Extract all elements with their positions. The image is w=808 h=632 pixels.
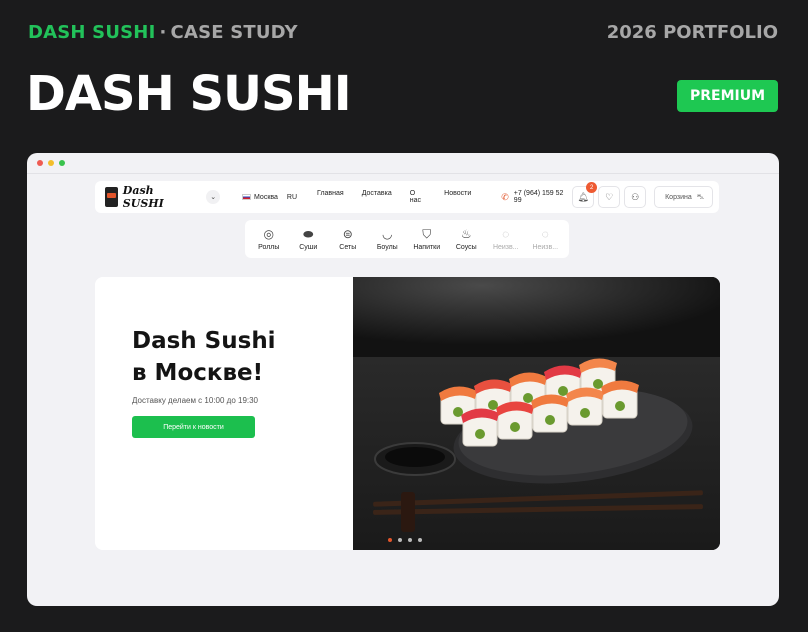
hero-text-panel: Dash Sushi в Москве! Доставку делаем с 1… bbox=[95, 277, 353, 550]
hero-image bbox=[353, 277, 720, 550]
hero-title: Dash Sushi в Москве! bbox=[132, 328, 276, 386]
category-label: Роллы bbox=[258, 244, 280, 251]
cart-label: Корзина bbox=[665, 193, 692, 201]
sushi-photo bbox=[353, 277, 720, 550]
window-controls bbox=[37, 160, 65, 166]
profile-button[interactable]: ⚇ bbox=[624, 186, 647, 208]
sushi-logo-icon bbox=[105, 187, 118, 207]
category-label: Соусы bbox=[455, 244, 477, 251]
slide-dot[interactable] bbox=[418, 538, 422, 542]
logo-text: Dash SUSHI bbox=[122, 184, 164, 210]
category-sauces[interactable]: ♨ Соусы bbox=[448, 227, 484, 251]
header-tagline: DASH SUSHI · CASE STUDY bbox=[28, 22, 298, 43]
category-label: Боулы bbox=[376, 244, 398, 251]
roll-icon: ◎ bbox=[263, 227, 274, 241]
category-sushi[interactable]: ⬬ Суши bbox=[290, 227, 326, 251]
case-study-label: CASE STUDY bbox=[170, 22, 298, 43]
hero-subtitle: Доставку делаем с 10:00 до 19:30 bbox=[132, 396, 259, 405]
hero-banner: Dash Sushi в Москве! Доставку делаем с 1… bbox=[95, 277, 720, 550]
notifications-button[interactable]: 🔔︎ 2 bbox=[572, 182, 598, 208]
nav-item-about[interactable]: О нас bbox=[410, 190, 426, 204]
browser-divider bbox=[27, 173, 779, 174]
portfolio-label: 2026 PORTFOLIO bbox=[606, 22, 778, 43]
category-unknown-1[interactable]: ◌ Неизв... bbox=[488, 227, 524, 251]
drink-icon: ⛉ bbox=[422, 227, 432, 241]
read-news-button[interactable]: Перейти к новости bbox=[132, 416, 255, 438]
tagline-separator: · bbox=[159, 22, 167, 43]
set-icon: ⊜ bbox=[342, 227, 353, 241]
phone-link[interactable]: ✆ +7 (964) 159 52 99 bbox=[501, 190, 572, 204]
chevron-down-icon[interactable]: ⌄ bbox=[206, 190, 221, 204]
slide-dot[interactable] bbox=[398, 538, 402, 542]
category-label: Сеты bbox=[339, 244, 357, 251]
city-selector[interactable]: Москва RU bbox=[242, 194, 297, 201]
category-bar: ◎ Роллы ⬬ Суши ⊜ Сеты ◡ Боулы ⛉ Напитки ♨ Соус… bbox=[245, 220, 569, 258]
russia-flag-icon bbox=[242, 194, 252, 200]
category-label: Суши bbox=[299, 244, 318, 251]
category-rolls[interactable]: ◎ Роллы bbox=[251, 227, 287, 251]
slide-dot[interactable] bbox=[388, 538, 392, 542]
category-label: Напитки bbox=[413, 244, 441, 251]
category-unknown-2[interactable]: ◌ Неизв... bbox=[527, 227, 563, 251]
slide-dot[interactable] bbox=[408, 538, 412, 542]
category-sets[interactable]: ⊜ Сеты bbox=[330, 227, 366, 251]
unknown-icon: ◌ bbox=[502, 227, 510, 241]
slide-indicators bbox=[388, 538, 422, 542]
site-header: Dash SUSHI ⌄ Москва RU Главная Доставка … bbox=[95, 181, 719, 213]
bell-icon: 🔔︎ bbox=[577, 191, 589, 202]
page-title: DASH SUSHI bbox=[26, 66, 352, 122]
heart-icon: ♡ bbox=[605, 191, 614, 202]
category-label: Неизв... bbox=[492, 244, 519, 251]
site-logo[interactable]: Dash SUSHI ⌄ bbox=[105, 184, 221, 210]
main-nav: Главная Доставка О нас Новости bbox=[317, 190, 471, 204]
cart-button[interactable]: Корзина ⛍ bbox=[654, 186, 713, 208]
premium-badge: PREMIUM bbox=[677, 80, 778, 112]
nav-item-home[interactable]: Главная bbox=[317, 190, 344, 204]
bowl-icon: ◡ bbox=[382, 227, 393, 241]
favorites-button[interactable]: ♡ bbox=[598, 186, 621, 208]
chopstick-rest bbox=[401, 492, 415, 532]
sauce-icon: ♨ bbox=[460, 227, 472, 241]
language-label: RU bbox=[286, 193, 298, 201]
category-bowls[interactable]: ◡ Боулы bbox=[369, 227, 405, 251]
user-icon: ⚇ bbox=[631, 191, 640, 202]
cart-icon: ⛍ bbox=[696, 193, 704, 201]
notification-count-badge: 2 bbox=[586, 182, 598, 193]
nav-item-news[interactable]: Новости bbox=[444, 190, 471, 204]
unknown-icon: ◌ bbox=[541, 227, 549, 241]
browser-mockup: Dash SUSHI ⌄ Москва RU Главная Доставка … bbox=[27, 153, 779, 606]
header-actions: 🔔︎ 2 ♡ ⚇ Корзина ⛍ bbox=[572, 182, 713, 208]
category-label: Неизв... bbox=[532, 244, 559, 251]
nav-item-delivery[interactable]: Доставка bbox=[362, 190, 392, 204]
maximize-dot[interactable] bbox=[59, 160, 65, 166]
city-name: Москва bbox=[254, 193, 278, 201]
brand-name: DASH SUSHI bbox=[28, 22, 156, 43]
phone-icon: ✆ bbox=[501, 191, 509, 202]
category-drinks[interactable]: ⛉ Напитки bbox=[409, 227, 445, 251]
sushi-icon: ⬬ bbox=[303, 227, 314, 241]
close-dot[interactable] bbox=[37, 160, 43, 166]
phone-number: +7 (964) 159 52 99 bbox=[513, 190, 564, 204]
minimize-dot[interactable] bbox=[48, 160, 54, 166]
